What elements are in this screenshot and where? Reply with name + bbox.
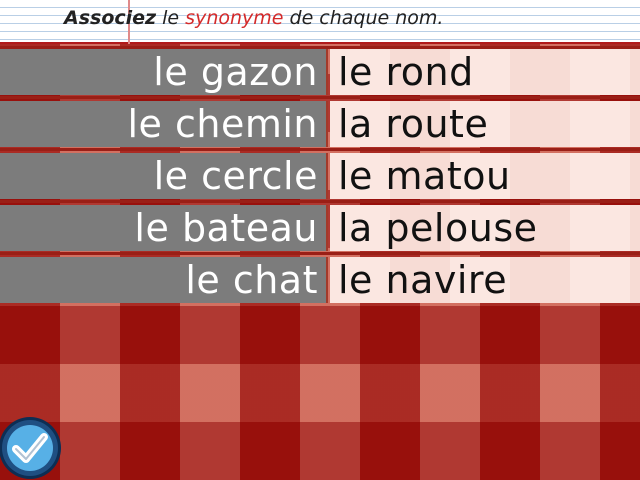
synonym-word-tile[interactable]: la pelouse <box>330 205 640 251</box>
synonym-word-tile[interactable]: le navire <box>330 257 640 303</box>
synonym-word-tile[interactable]: la route <box>330 101 640 147</box>
source-word-label: le chat <box>185 258 318 302</box>
synonym-word-label: le rond <box>338 50 474 94</box>
match-row: le gazon le rond <box>0 46 640 98</box>
synonym-word-label: la pelouse <box>338 206 538 250</box>
instruction-rest: de chaque nom. <box>283 7 444 29</box>
source-word-tile[interactable]: le chemin <box>0 101 328 147</box>
match-row: le chat le navire <box>0 254 640 306</box>
source-word-label: le cercle <box>153 154 318 198</box>
source-word-tile[interactable]: le cercle <box>0 153 328 199</box>
source-word-tile[interactable]: le bateau <box>0 205 328 251</box>
instruction-text: Associez le synonyme de chaque nom. <box>64 6 443 30</box>
check-answers-button[interactable] <box>2 420 58 476</box>
instruction-article: le <box>156 7 186 29</box>
match-row: le chemin la route <box>0 98 640 150</box>
matching-board: le gazon le rond le chemin la route le c… <box>0 46 640 306</box>
instruction-keyword: synonyme <box>185 7 284 29</box>
synonym-word-label: le matou <box>338 154 511 198</box>
source-word-tile[interactable]: le gazon <box>0 49 328 95</box>
instruction-header: Associez le synonyme de chaque nom. <box>0 0 640 44</box>
match-row: le bateau la pelouse <box>0 202 640 254</box>
synonym-word-label: la route <box>338 102 489 146</box>
synonym-word-label: le navire <box>338 258 508 302</box>
source-word-label: le bateau <box>134 206 318 250</box>
source-word-tile[interactable]: le chat <box>0 257 328 303</box>
match-row: le cercle le matou <box>0 150 640 202</box>
source-word-label: le chemin <box>127 102 318 146</box>
instruction-verb: Associez <box>64 7 157 29</box>
checkmark-icon <box>12 433 48 463</box>
synonym-word-tile[interactable]: le matou <box>330 153 640 199</box>
synonym-word-tile[interactable]: le rond <box>330 49 640 95</box>
source-word-label: le gazon <box>153 50 318 94</box>
